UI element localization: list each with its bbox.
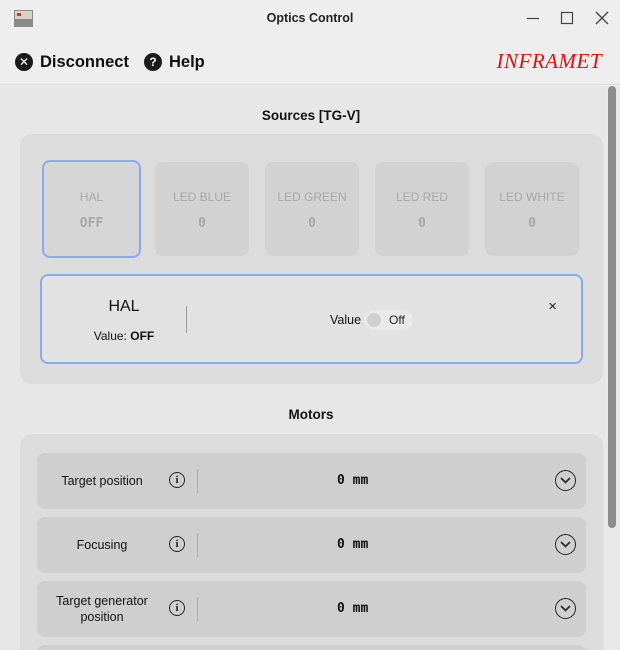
minimize-icon [527,17,539,20]
source-card-hal[interactable]: HAL OFF [42,160,141,258]
toggle-state: Off [389,313,405,327]
motors-title: Motors [288,407,334,422]
close-detail-icon[interactable]: × [548,298,557,315]
value-toggle[interactable]: Off [364,310,413,330]
chevron-down-circle-icon[interactable] [555,470,576,491]
source-detail-panel: HAL Value: OFF Value Off × [40,274,583,364]
close-icon [595,11,609,25]
source-detail-value: Value: OFF [42,329,206,343]
divider [197,533,198,557]
help-button[interactable]: ? Help [144,51,205,73]
title-bar: Optics Control [0,0,620,38]
source-card-label: LED BLUE [172,190,232,204]
motor-label: Target position [61,474,143,488]
source-detail-name: HAL [108,298,140,315]
motor-value: 0 mm [337,473,369,488]
source-card-value: 0 [528,216,536,231]
main-content: Sources [TG-V] HAL OFF LED BLUE 0 LED GR… [0,86,605,650]
scrollbar-thumb[interactable] [608,86,616,528]
chevron-down-circle-icon[interactable] [555,534,576,555]
sources-title: Sources [TG-V] [261,108,361,123]
maximize-button[interactable] [557,8,577,28]
close-window-button[interactable] [592,8,612,28]
value-prefix: Value: [93,329,127,343]
motor-value: 0 mm [337,601,369,616]
source-card-led-green[interactable]: LED GREEN 0 [265,162,359,256]
divider [197,597,198,621]
motor-label: Target generator position [56,594,148,624]
toolbar: ✕ Disconnect ? Help INFRAMET [0,38,620,85]
motor-row-target-generator-position: Target generator position i 0 mm [37,581,586,637]
disconnect-button[interactable]: ✕ Disconnect [15,51,129,73]
minimize-button[interactable] [523,8,543,28]
disconnect-label: Disconnect [40,52,129,71]
maximize-icon [560,11,574,25]
source-card-label: LED WHITE [499,190,565,204]
value-text: OFF [130,329,155,343]
motor-row-partial [37,645,586,650]
toggle-knob [367,313,381,327]
source-card-led-red[interactable]: LED RED 0 [375,162,469,256]
source-card-led-blue[interactable]: LED BLUE 0 [155,162,249,256]
close-circle-icon: ✕ [15,53,33,71]
divider [186,306,187,333]
source-card-label: LED GREEN [277,190,347,204]
source-card-value: 0 [418,216,426,231]
source-card-value: 0 [308,216,316,231]
source-card-value: OFF [79,216,104,231]
help-label: Help [169,52,205,71]
vertical-scrollbar[interactable] [605,86,620,650]
divider [197,469,198,493]
source-card-label: LED RED [395,190,448,204]
source-card-led-white[interactable]: LED WHITE 0 [485,162,579,256]
info-icon[interactable]: i [169,600,185,616]
motor-row-target-position: Target position i 0 mm [37,453,586,509]
motor-label: Focusing [76,538,128,552]
info-icon[interactable]: i [169,472,185,488]
source-card-value: 0 [198,216,206,231]
chevron-down-circle-icon[interactable] [555,598,576,619]
help-circle-icon: ? [144,53,162,71]
info-icon[interactable]: i [169,536,185,552]
motor-row-focusing: Focusing i 0 mm [37,517,586,573]
brand-logo: INFRAMET [496,49,602,73]
source-card-label: HAL [79,190,104,204]
motor-value: 0 mm [337,537,369,552]
value-control-label: Value [330,313,362,327]
